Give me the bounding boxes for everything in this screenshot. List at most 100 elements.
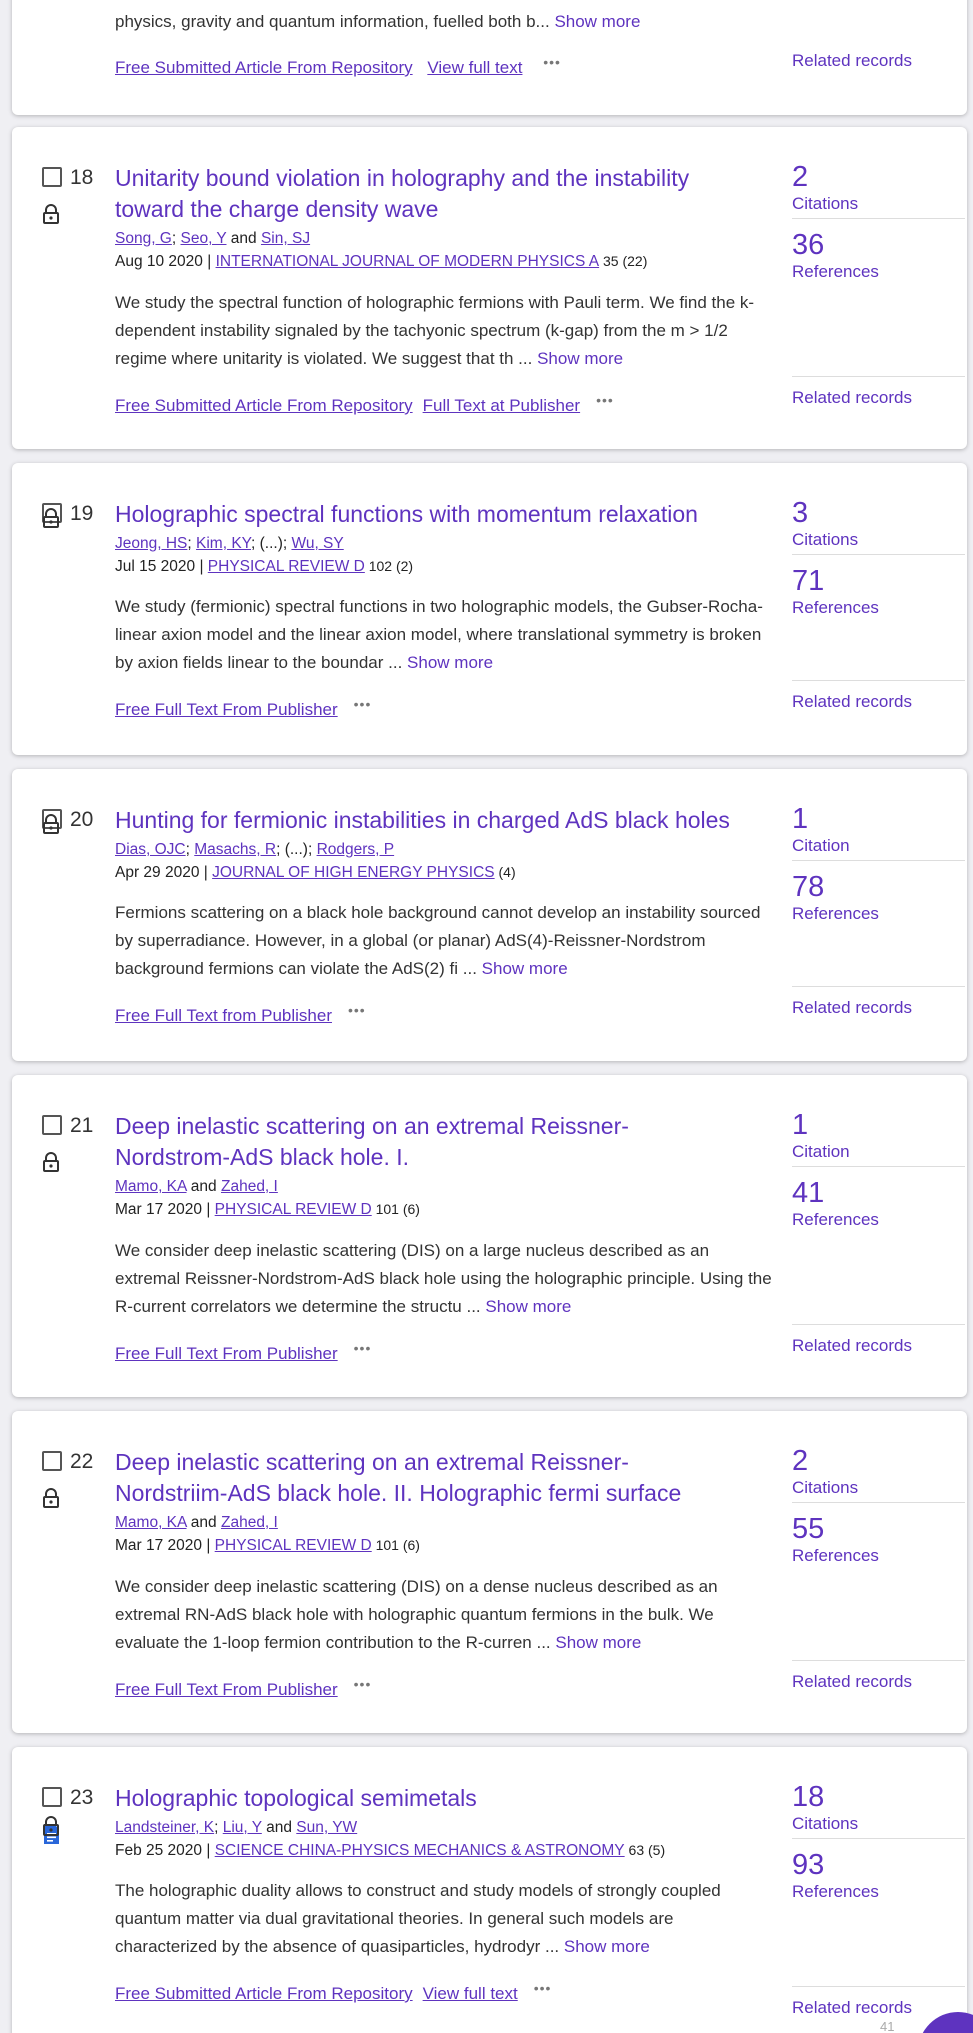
select-checkbox[interactable] xyxy=(42,1451,62,1471)
citations-count[interactable]: 1 xyxy=(792,1108,808,1142)
author-link[interactable]: Wu, SY xyxy=(291,535,343,552)
citations-count[interactable]: 18 xyxy=(792,1780,824,1814)
full-text-link[interactable]: Free Full Text From Publisher xyxy=(115,700,338,719)
record-title[interactable]: Unitarity bound violation in holography … xyxy=(115,163,740,225)
author-link[interactable]: Liu, Y xyxy=(223,1819,262,1836)
record-links: Free Submitted Article From Repository Fu… xyxy=(115,388,614,418)
show-more-link[interactable]: Show more xyxy=(485,1297,571,1316)
author-separator: ; xyxy=(171,230,181,247)
references-label[interactable]: References xyxy=(792,904,879,924)
author-link[interactable]: Zahed, I xyxy=(221,1514,278,1531)
references-label[interactable]: References xyxy=(792,1546,879,1566)
citations-label[interactable]: Citation xyxy=(792,836,850,856)
related-records-link[interactable]: Related records xyxy=(792,388,912,408)
references-label[interactable]: References xyxy=(792,1882,879,1902)
author-link[interactable]: Sun, YW xyxy=(296,1819,357,1836)
record-title[interactable]: Holographic spectral functions with mome… xyxy=(115,499,740,530)
journal-link[interactable]: PHYSICAL REVIEW D xyxy=(215,1201,372,1218)
references-count[interactable]: 93 xyxy=(792,1848,824,1882)
publication-date: Mar 17 2020 | xyxy=(115,1537,215,1554)
full-text-link[interactable]: Free Full Text from Publisher xyxy=(115,1006,332,1025)
journal-link[interactable]: SCIENCE CHINA-PHYSICS MECHANICS & ASTRON… xyxy=(215,1842,625,1859)
citations-label[interactable]: Citations xyxy=(792,530,858,550)
author-separator: ; xyxy=(185,841,195,858)
select-checkbox[interactable] xyxy=(42,1115,62,1135)
references-label[interactable]: References xyxy=(792,1210,879,1230)
full-text-link[interactable]: Free Full Text From Publisher xyxy=(115,1344,338,1363)
show-more-link[interactable]: Show more xyxy=(537,349,623,368)
journal-link[interactable]: PHYSICAL REVIEW D xyxy=(208,558,365,575)
author-link[interactable]: Seo, Y xyxy=(181,230,227,247)
related-records-link[interactable]: Related records xyxy=(792,1998,912,2018)
references-count[interactable]: 36 xyxy=(792,228,824,262)
show-more-link[interactable]: Show more xyxy=(564,1937,650,1956)
references-count[interactable]: 41 xyxy=(792,1176,824,1210)
show-more-link[interactable]: Show more xyxy=(554,12,640,31)
record-title[interactable]: Deep inelastic scattering on an extremal… xyxy=(115,1111,740,1173)
more-options-icon[interactable]: ••• xyxy=(354,1672,372,1696)
related-records-link[interactable]: Related records xyxy=(792,51,912,71)
citations-count[interactable]: 2 xyxy=(792,160,808,194)
references-count[interactable]: 71 xyxy=(792,564,824,598)
author-link[interactable]: Mamo, KA xyxy=(115,1178,187,1195)
more-options-icon[interactable]: ••• xyxy=(543,50,561,74)
journal-link[interactable]: JOURNAL OF HIGH ENERGY PHYSICS xyxy=(212,864,495,881)
citations-count[interactable]: 2 xyxy=(792,1444,808,1478)
show-more-link[interactable]: Show more xyxy=(482,959,568,978)
citations-label[interactable]: Citations xyxy=(792,1478,858,1498)
author-link[interactable]: Jeong, HS xyxy=(115,535,187,552)
more-options-icon[interactable]: ••• xyxy=(354,1336,372,1360)
record-title[interactable]: Deep inelastic scattering on an extremal… xyxy=(115,1447,740,1509)
record-card: 20 Hunting for fermionic instabilities in… xyxy=(12,769,967,1061)
record-links: Free Submitted Article From Repository Vi… xyxy=(115,1976,551,2006)
citations-count[interactable]: 3 xyxy=(792,496,808,530)
references-label[interactable]: References xyxy=(792,262,879,282)
more-options-icon[interactable]: ••• xyxy=(534,1976,552,2000)
journal-link[interactable]: PHYSICAL REVIEW D xyxy=(215,1537,372,1554)
citations-label[interactable]: Citations xyxy=(792,1814,858,1834)
journal-link[interactable]: INTERNATIONAL JOURNAL OF MODERN PHYSICS … xyxy=(216,253,600,270)
full-text-link[interactable]: View full text xyxy=(423,1984,518,2003)
related-records-link[interactable]: Related records xyxy=(792,692,912,712)
references-count[interactable]: 78 xyxy=(792,870,824,904)
view-full-text-link[interactable]: View full text xyxy=(427,58,522,77)
related-records-link[interactable]: Related records xyxy=(792,998,912,1018)
related-records-link[interactable]: Related records xyxy=(792,1672,912,1692)
free-submitted-article-link[interactable]: Free Submitted Article From Repository xyxy=(115,58,413,77)
record-source: Mar 17 2020 | PHYSICAL REVIEW D 101 (6) xyxy=(115,1535,420,1556)
author-link[interactable]: Song, G xyxy=(115,230,172,247)
more-options-icon[interactable]: ••• xyxy=(354,692,372,716)
references-count[interactable]: 55 xyxy=(792,1512,824,1546)
author-link[interactable]: Dias, OJC xyxy=(115,841,186,858)
full-text-link[interactable]: Full Text at Publisher xyxy=(423,396,580,415)
more-options-icon[interactable]: ••• xyxy=(596,388,614,412)
author-link[interactable]: Mamo, KA xyxy=(115,1514,187,1531)
show-more-link[interactable]: Show more xyxy=(407,653,493,672)
record-card: physics, gravity and quantum information… xyxy=(12,0,967,115)
author-separator: and xyxy=(226,230,261,247)
references-label[interactable]: References xyxy=(792,598,879,618)
author-link[interactable]: Zahed, I xyxy=(221,1178,278,1195)
author-link[interactable]: Rodgers, P xyxy=(317,841,395,858)
record-card: 23 Holographic topological semimetals Land… xyxy=(12,1747,967,2033)
full-text-link[interactable]: Free Submitted Article From Repository xyxy=(115,1984,413,2003)
citations-count[interactable]: 1 xyxy=(792,802,808,836)
open-access-lock-icon xyxy=(42,507,60,529)
author-link[interactable]: Sin, SJ xyxy=(261,230,310,247)
citations-label[interactable]: Citation xyxy=(792,1142,850,1162)
abstract: We study the spectral function of hologr… xyxy=(115,293,755,368)
author-link[interactable]: Landsteiner, K xyxy=(115,1819,214,1836)
more-options-icon[interactable]: ••• xyxy=(348,998,366,1022)
show-more-link[interactable]: Show more xyxy=(555,1633,641,1652)
citations-label[interactable]: Citations xyxy=(792,194,858,214)
record-title[interactable]: Holographic topological semimetals xyxy=(115,1783,740,1814)
select-checkbox[interactable] xyxy=(42,167,62,187)
record-title[interactable]: Hunting for fermionic instabilities in c… xyxy=(115,805,740,836)
author-link[interactable]: Masachs, R xyxy=(194,841,276,858)
full-text-link[interactable]: Free Submitted Article From Repository xyxy=(115,396,413,415)
open-access-lock-icon xyxy=(42,1815,60,1837)
author-link[interactable]: Kim, KY xyxy=(196,535,251,552)
full-text-link[interactable]: Free Full Text From Publisher xyxy=(115,1680,338,1699)
select-checkbox[interactable] xyxy=(42,1787,62,1807)
related-records-link[interactable]: Related records xyxy=(792,1336,912,1356)
